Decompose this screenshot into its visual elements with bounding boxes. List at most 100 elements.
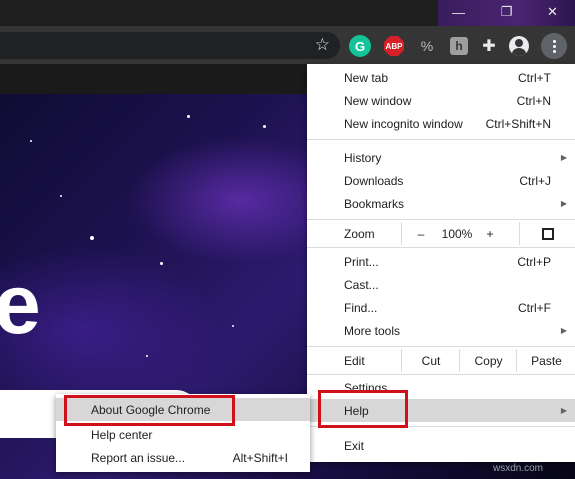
menu-item-label: More tools [344,323,401,338]
adblock-octagon: ABP [384,36,404,56]
submenu-item-report-issue[interactable]: Report an issue... Alt+Shift+I [56,446,310,469]
restore-icon: ❐ [500,4,513,19]
adblock-letters: ABP [385,41,403,51]
submenu-item-shortcut: Alt+Shift+I [232,450,288,465]
menu-item-label: New window [344,93,412,108]
cut-button[interactable]: Cut [401,349,460,372]
star-decoration [187,115,190,118]
menu-item-shortcut: Ctrl+Shift+N [485,116,551,131]
minimize-button[interactable]: — [436,0,481,24]
menu-item-label: New incognito window [344,116,463,131]
star-decoration [263,125,266,128]
chrome-menu-button[interactable] [541,33,567,59]
menu-item-exit[interactable]: Exit [307,434,575,457]
menu-item-shortcut: Ctrl+F [518,300,551,315]
menu-separator [307,139,575,140]
star-decoration [60,195,62,197]
paste-label: Paste [531,353,562,368]
extension-3-glyph: % [420,38,434,54]
fullscreen-icon [542,227,554,240]
grammarly-extension-icon[interactable]: G [349,35,371,57]
menu-item-label: New tab [344,70,389,85]
title-bar: — ❐ ✕ [0,0,575,26]
close-window-button[interactable]: ✕ [530,0,575,24]
menu-item-new-incognito[interactable]: New incognito window Ctrl+Shift+N [307,112,575,135]
submenu-arrow-icon: ▶ [560,406,567,415]
copy-button[interactable]: Copy [459,349,517,372]
menu-item-shortcut: Ctrl+J [519,173,551,188]
watermark-text: wsxdn.com [493,463,544,474]
menu-item-history[interactable]: History ▶ [307,146,575,169]
menu-separator [307,219,575,220]
cut-label: Cut [421,353,441,368]
grammarly-letter: G [354,38,366,54]
menu-item-label: Cast... [344,277,379,292]
kebab-dot [552,44,556,48]
menu-separator [307,426,575,427]
menu-item-shortcut: Ctrl+T [518,70,551,85]
menu-item-label: Downloads [344,173,404,188]
zoom-minus-icon: – [417,226,425,241]
menu-item-label: Zoom [344,226,375,241]
screenshot-root: — ❐ ✕ ☆ G ABP % h ✚ e New tab Ctrl+T New… [0,0,575,479]
zoom-plus-icon: + [486,226,494,241]
menu-item-label: Exit [344,438,365,453]
submenu-item-label: About Google Chrome [91,402,211,417]
menu-item-downloads[interactable]: Downloads Ctrl+J [307,169,575,192]
zoom-in-button[interactable]: + [475,222,505,245]
submenu-item-about-chrome[interactable]: About Google Chrome [56,398,310,421]
menu-item-label: Bookmarks [344,196,405,211]
menu-item-bookmarks[interactable]: Bookmarks ▶ [307,192,575,215]
submenu-item-help-center[interactable]: Help center [56,423,310,446]
address-bar[interactable]: ☆ [0,32,340,59]
menu-item-find[interactable]: Find... Ctrl+F [307,296,575,319]
paste-button[interactable]: Paste [516,349,575,372]
menu-item-label: Help [344,403,369,418]
menu-item-label: Print... [344,254,379,269]
bookmark-star-icon[interactable]: ☆ [315,35,330,55]
menu-separator [307,346,575,347]
profile-avatar-button[interactable] [508,35,530,57]
menu-item-settings[interactable]: Settings [307,377,575,393]
extensions-puzzle-icon[interactable]: ✚ [478,35,500,57]
adblock-plus-extension-icon[interactable]: ABP [383,35,405,57]
fullscreen-button[interactable] [519,222,575,245]
help-submenu: About Google Chrome Help center Report a… [56,394,310,472]
menu-item-print[interactable]: Print... Ctrl+P [307,250,575,273]
submenu-arrow-icon: ▶ [560,153,567,162]
menu-separator [307,247,575,248]
extension-icon-4[interactable]: h [448,35,470,57]
minimize-icon: — [452,4,465,20]
menu-item-label: Edit [344,353,365,368]
zoom-level-value: 100% [441,226,473,241]
chrome-main-menu: New tab Ctrl+T New window Ctrl+N New inc… [307,64,575,462]
menu-item-help[interactable]: Help ▶ [307,399,575,422]
menu-item-shortcut: Ctrl+P [517,254,551,269]
menu-item-more-tools[interactable]: More tools ▶ [307,319,575,342]
copy-label: Copy [474,353,503,368]
submenu-arrow-icon: ▶ [560,199,567,208]
star-decoration [160,262,163,265]
restore-button[interactable]: ❐ [484,0,529,24]
star-decoration [90,236,94,240]
page-logo-letter: e [0,257,41,351]
menu-item-edit: Edit Cut Copy Paste [307,349,575,372]
menu-item-cast[interactable]: Cast... [307,273,575,296]
star-decoration [146,355,148,357]
menu-item-label: Settings [344,381,388,393]
menu-item-shortcut: Ctrl+N [516,93,551,108]
menu-item-zoom: Zoom – 100% + [307,222,575,245]
menu-item-new-window[interactable]: New window Ctrl+N [307,89,575,112]
zoom-level: 100% [439,222,475,245]
star-decoration [30,140,32,142]
extension-4-square: h [450,37,468,55]
menu-separator [307,374,575,375]
menu-item-new-tab[interactable]: New tab Ctrl+T [307,66,575,89]
kebab-dot [552,39,556,43]
zoom-out-button[interactable]: – [401,222,440,245]
submenu-item-label: Help center [91,427,153,442]
menu-item-label: Find... [344,300,378,315]
submenu-item-label: Report an issue... [91,450,186,465]
menu-item-label: History [344,150,382,165]
extension-icon-3[interactable]: % [416,35,438,57]
